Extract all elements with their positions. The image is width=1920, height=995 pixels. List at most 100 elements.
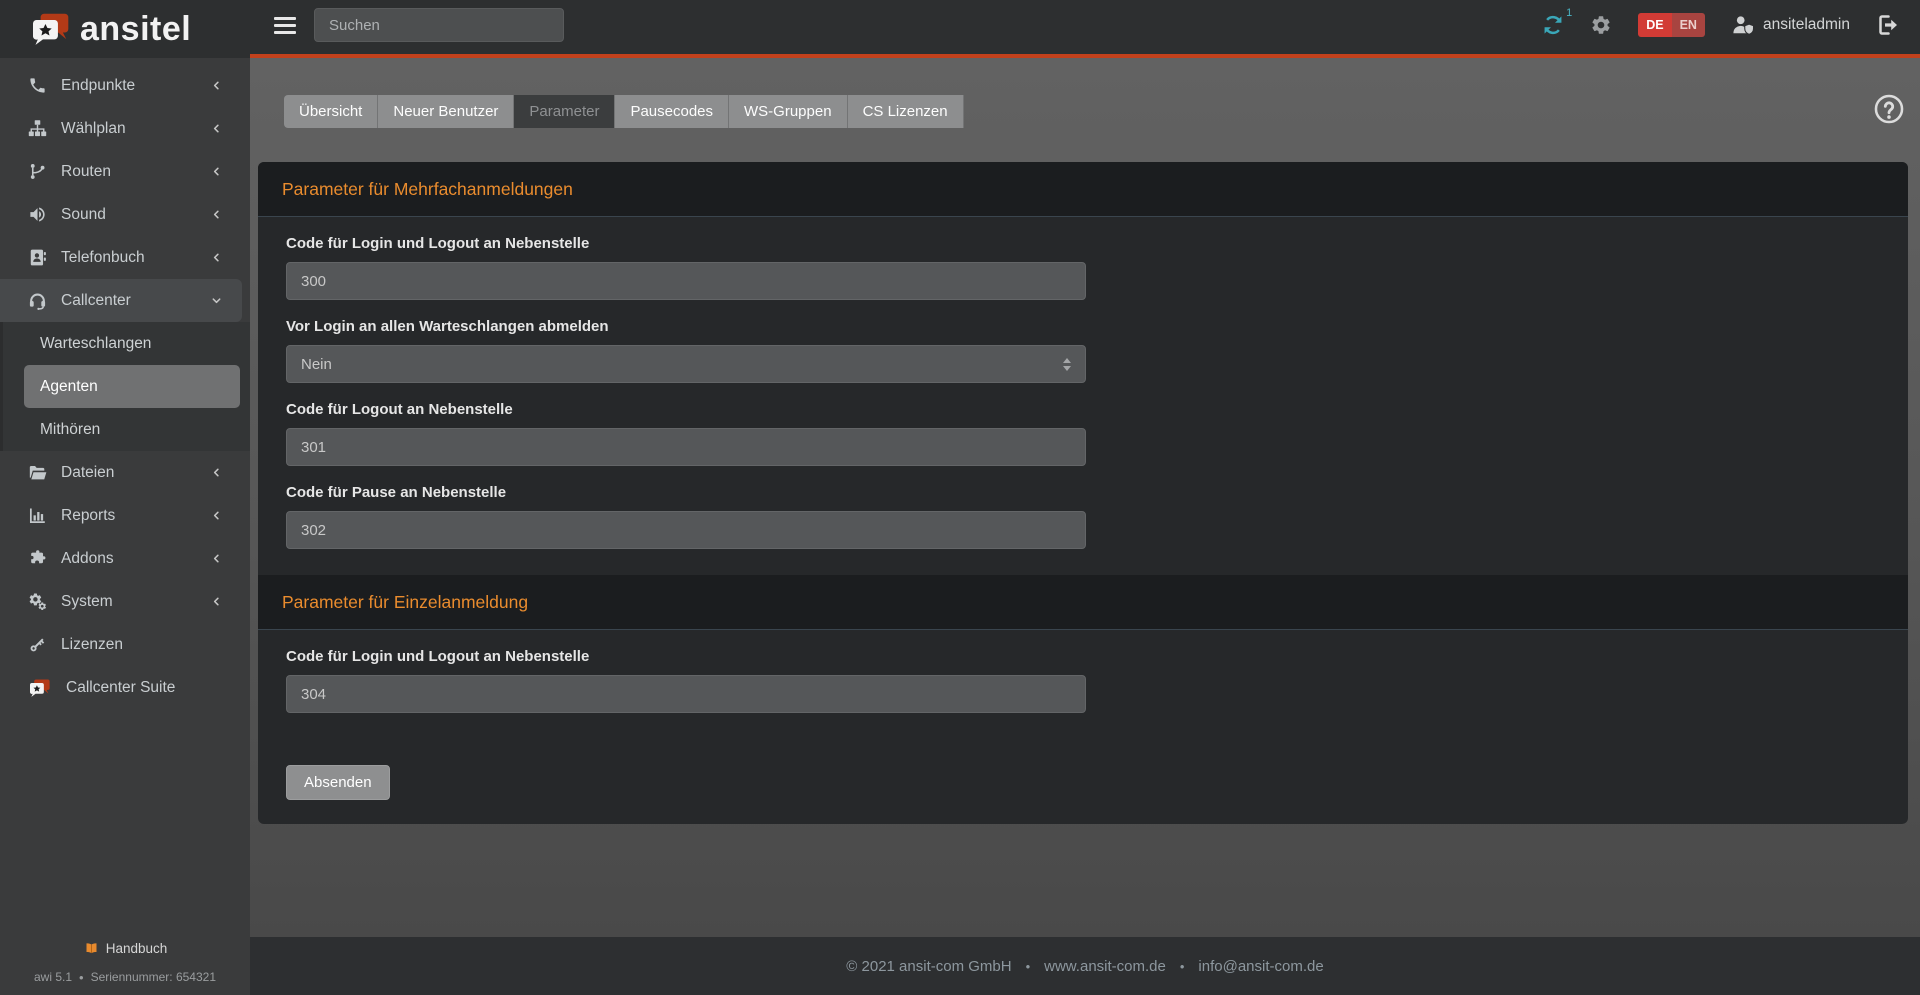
sidebar-item-waehlplan[interactable]: Wählplan bbox=[0, 107, 250, 150]
language-en-button[interactable]: EN bbox=[1672, 13, 1705, 37]
sidebar-item-label: Sound bbox=[61, 206, 106, 224]
logout-code-input[interactable] bbox=[286, 428, 1086, 466]
section-title-mehrfachanmeldungen: Parameter für Mehrfachanmeldungen bbox=[258, 162, 1908, 217]
submit-row: Absenden bbox=[286, 765, 1908, 800]
section-body: Code für Login und Logout an Nebenstelle bbox=[258, 648, 1908, 739]
sidebar-item-label: Lizenzen bbox=[61, 636, 123, 654]
tab-uebersicht[interactable]: Übersicht bbox=[284, 95, 378, 128]
tab-neuer-benutzer[interactable]: Neuer Benutzer bbox=[378, 95, 514, 128]
sidebar-item-sound[interactable]: Sound bbox=[0, 193, 250, 236]
volume-icon bbox=[28, 205, 47, 224]
sidebar-item-warteschlangen[interactable]: Warteschlangen bbox=[0, 322, 250, 365]
top-right-actions: 1 DE EN ansiteladmin bbox=[1542, 13, 1900, 37]
field-label: Code für Pause an Nebenstelle bbox=[286, 484, 1880, 501]
brand-name: ansitel bbox=[80, 10, 191, 49]
phone-icon bbox=[28, 76, 47, 95]
refresh-badge: 1 bbox=[1566, 7, 1572, 19]
sidebar-item-label: Endpunkte bbox=[61, 77, 135, 95]
sidebar-item-routen[interactable]: Routen bbox=[0, 150, 250, 193]
version-info: awi 5.1 • Seriennummer: 654321 bbox=[0, 970, 250, 985]
chevron-left-icon bbox=[211, 209, 222, 220]
app-window: ansitel 1 DE EN ansiteladmin bbox=[0, 0, 1920, 995]
sidebar-item-label: Callcenter bbox=[61, 292, 131, 310]
chat-bubbles-logo-icon bbox=[28, 678, 52, 698]
sitemap-icon bbox=[28, 119, 47, 138]
handbuch-link[interactable]: Handbuch bbox=[83, 941, 168, 956]
pause-code-input[interactable] bbox=[286, 511, 1086, 549]
field-label: Vor Login an allen Warteschlangen abmeld… bbox=[286, 318, 1880, 335]
callcenter-submenu: Warteschlangen Agenten Mithören bbox=[0, 322, 250, 451]
cogs-icon bbox=[28, 592, 47, 611]
sidebar-item-lizenzen[interactable]: Lizenzen bbox=[0, 623, 250, 666]
select-updown-icon bbox=[1063, 358, 1071, 371]
sidebar-item-label: Dateien bbox=[61, 464, 114, 482]
chevron-down-icon bbox=[211, 295, 222, 306]
field-label: Code für Logout an Nebenstelle bbox=[286, 401, 1880, 418]
sidebar-item-reports[interactable]: Reports bbox=[0, 494, 250, 537]
sidebar-item-label: Reports bbox=[61, 507, 115, 525]
main-content: Übersicht Neuer Benutzer Parameter Pause… bbox=[250, 58, 1920, 995]
parameter-panel: Parameter für Mehrfachanmeldungen Code f… bbox=[258, 162, 1908, 824]
book-icon bbox=[83, 941, 100, 956]
tab-cs-lizenzen[interactable]: CS Lizenzen bbox=[848, 95, 964, 128]
sidebar-item-callcenter-suite[interactable]: Callcenter Suite bbox=[0, 666, 250, 709]
logout-button[interactable] bbox=[1876, 13, 1900, 37]
settings-button[interactable] bbox=[1590, 14, 1612, 36]
help-button[interactable] bbox=[1872, 92, 1906, 131]
separator-dot: • bbox=[1026, 959, 1031, 974]
sidebar-footer: Handbuch awi 5.1 • Seriennummer: 654321 bbox=[0, 941, 250, 985]
version-label: awi 5.1 bbox=[34, 970, 72, 985]
route-branch-icon bbox=[28, 162, 47, 181]
sidebar-item-addons[interactable]: Addons bbox=[0, 537, 250, 580]
abmelden-select[interactable]: Nein bbox=[286, 345, 1086, 383]
tab-parameter[interactable]: Parameter bbox=[514, 95, 615, 128]
sign-out-icon bbox=[1876, 13, 1900, 37]
language-de-button[interactable]: DE bbox=[1638, 13, 1671, 37]
chevron-left-icon bbox=[211, 80, 222, 91]
sidebar-item-label: Routen bbox=[61, 163, 111, 181]
login-logout-code-input[interactable] bbox=[286, 262, 1086, 300]
user-menu[interactable]: ansiteladmin bbox=[1731, 14, 1850, 36]
footer: © 2021 ansit-com GmbH • www.ansit-com.de… bbox=[250, 937, 1920, 995]
website-link[interactable]: www.ansit-com.de bbox=[1044, 958, 1166, 975]
sync-icon bbox=[1542, 14, 1564, 36]
sidebar-item-label: Wählplan bbox=[61, 120, 126, 138]
sidebar-item-callcenter[interactable]: Callcenter bbox=[0, 279, 242, 322]
headset-icon bbox=[28, 291, 47, 310]
sidebar-toggle-button[interactable] bbox=[274, 17, 296, 34]
einzel-login-code-input[interactable] bbox=[286, 675, 1086, 713]
tab-ws-gruppen[interactable]: WS-Gruppen bbox=[729, 95, 848, 128]
sidebar-subitem-label: Mithören bbox=[40, 421, 100, 439]
sidebar-subitem-label: Warteschlangen bbox=[40, 335, 151, 353]
sidebar-item-label: Telefonbuch bbox=[61, 249, 145, 267]
field-label: Code für Login und Logout an Nebenstelle bbox=[286, 648, 1880, 665]
sidebar-item-dateien[interactable]: Dateien bbox=[0, 451, 250, 494]
sidebar-item-system[interactable]: System bbox=[0, 580, 250, 623]
submit-button[interactable]: Absenden bbox=[286, 765, 390, 800]
separator-dot: • bbox=[79, 970, 84, 985]
search-input[interactable] bbox=[314, 8, 564, 42]
sidebar-item-telefonbuch[interactable]: Telefonbuch bbox=[0, 236, 250, 279]
top-bar-main: 1 DE EN ansiteladmin bbox=[250, 0, 1920, 58]
brand-logo[interactable]: ansitel bbox=[0, 0, 250, 58]
username: ansiteladmin bbox=[1763, 16, 1850, 34]
sidebar-subitem-label: Agenten bbox=[40, 378, 98, 396]
sidebar-item-agenten[interactable]: Agenten bbox=[24, 365, 240, 408]
copyright-text: © 2021 ansit-com GmbH bbox=[846, 958, 1011, 975]
refresh-button[interactable]: 1 bbox=[1542, 14, 1564, 36]
chevron-left-icon bbox=[211, 596, 222, 607]
chevron-left-icon bbox=[211, 166, 222, 177]
sidebar-item-endpunkte[interactable]: Endpunkte bbox=[0, 64, 250, 107]
section-title-einzelanmeldung: Parameter für Einzelanmeldung bbox=[258, 575, 1908, 630]
sidebar-item-label: Callcenter Suite bbox=[66, 679, 175, 697]
tab-bar: Übersicht Neuer Benutzer Parameter Pause… bbox=[284, 92, 1920, 131]
sidebar-item-mithoeren[interactable]: Mithören bbox=[0, 408, 250, 451]
select-value: Nein bbox=[301, 356, 332, 373]
email-link[interactable]: info@ansit-com.de bbox=[1198, 958, 1323, 975]
sidebar-item-label: Addons bbox=[61, 550, 114, 568]
tab-pausecodes[interactable]: Pausecodes bbox=[615, 95, 729, 128]
bar-chart-icon bbox=[28, 506, 47, 525]
chevron-left-icon bbox=[211, 123, 222, 134]
separator-dot: • bbox=[1180, 959, 1185, 974]
serial-number: Seriennummer: 654321 bbox=[91, 970, 216, 985]
